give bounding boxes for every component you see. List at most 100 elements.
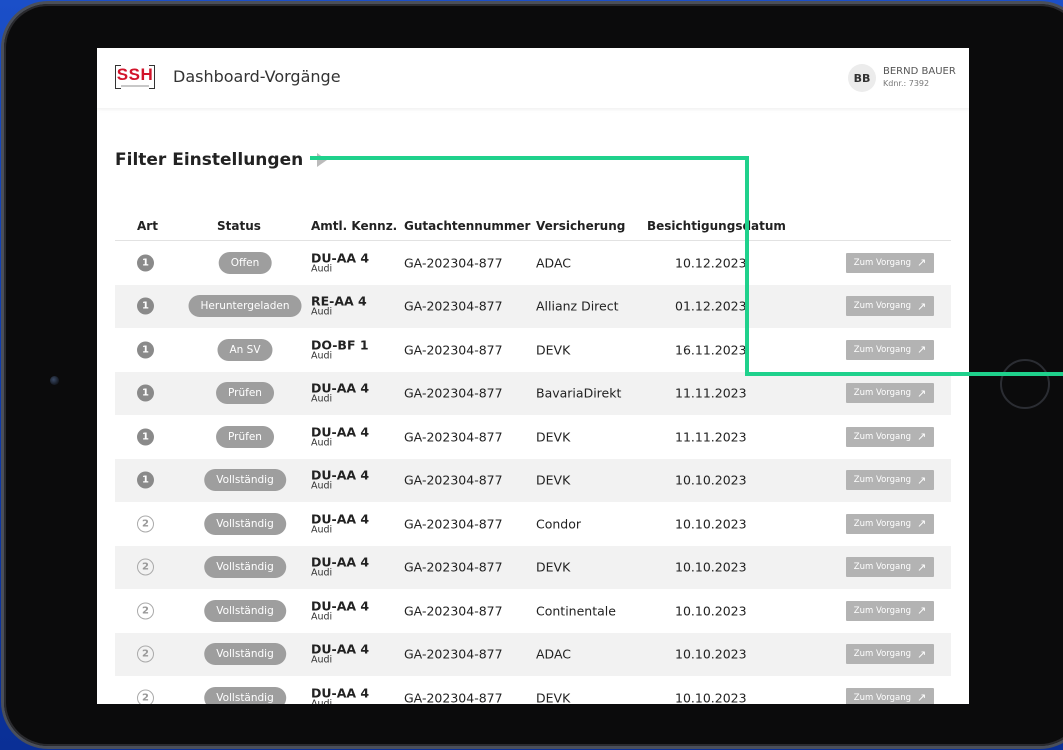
external-link-icon: ↗ [917, 647, 927, 661]
besichtigungsdatum-cell: 11.11.2023 [675, 429, 747, 445]
vehicle-make: Audi [311, 654, 333, 666]
table-row[interactable]: 2 Vollständig DU-AA 4 Audi GA-202304-877 Cont… [115, 589, 951, 633]
zum-vorgang-button[interactable]: Zum Vorgang ↗ [846, 687, 934, 704]
gutachtennummer-cell: GA-202304-877 [404, 603, 503, 619]
status-badge: Prüfen [216, 425, 274, 448]
gutachtennummer-cell: GA-202304-877 [404, 559, 503, 575]
home-button[interactable] [1000, 359, 1050, 409]
vehicle-make: Audi [311, 393, 333, 405]
besichtigungsdatum-cell: 10.10.2023 [675, 516, 747, 532]
top-bar: SSH Dashboard-Vorgänge BB BERND BAUER Kd… [97, 48, 969, 108]
zum-vorgang-label: Zum Vorgang [853, 562, 912, 573]
vehicle-make: Audi [311, 437, 333, 449]
zum-vorgang-button[interactable]: Zum Vorgang ↗ [846, 644, 934, 665]
cases-table: Art Status Amtl. Kennz. Gutachtennummer … [115, 214, 951, 704]
ssh-logo[interactable]: SSH [115, 64, 155, 92]
status-badge: Vollständig [204, 512, 286, 535]
zum-vorgang-label: Zum Vorgang [853, 431, 912, 442]
vehicle-make: Audi [311, 567, 333, 579]
vehicle-cell: DU-AA 4 Audi [311, 382, 369, 405]
gutachtennummer-cell: GA-202304-877 [404, 385, 503, 401]
vehicle-make: Audi [311, 263, 333, 275]
art-badge: 2 [137, 515, 154, 533]
table-row[interactable]: 1 Prüfen DU-AA 4 Audi GA-202304-877 BavariaDi… [115, 371, 951, 415]
logo-tagline-mark [121, 85, 149, 87]
table-row[interactable]: 2 Vollständig DU-AA 4 Audi GA-202304-877 ADAC… [115, 632, 951, 676]
status-badge: An SV [217, 338, 273, 361]
versicherung-cell: Condor [536, 516, 582, 532]
table-row[interactable]: 1 Prüfen DU-AA 4 Audi GA-202304-877 DEVK 11.11… [115, 415, 951, 459]
table-row[interactable]: 1 Heruntergeladen RE-AA 4 Audi GA-202304-877… [115, 284, 951, 328]
status-badge: Heruntergeladen [188, 295, 302, 318]
besichtigungsdatum-cell: 16.11.2023 [675, 342, 747, 358]
status-badge: Vollständig [204, 556, 286, 579]
zum-vorgang-button[interactable]: Zum Vorgang ↗ [846, 296, 934, 317]
header-art: Art [137, 219, 158, 233]
external-link-icon: ↗ [917, 691, 927, 704]
art-badge: 1 [137, 471, 154, 489]
table-row[interactable]: 1 An SV DO-BF 1 Audi GA-202304-877 DEVK 16.11.… [115, 328, 951, 372]
zum-vorgang-label: Zum Vorgang [853, 257, 912, 268]
art-badge: 2 [137, 558, 154, 576]
avatar[interactable]: BB [848, 64, 876, 92]
art-badge: 2 [137, 689, 154, 704]
besichtigungsdatum-cell: 10.10.2023 [675, 690, 747, 704]
user-name[interactable]: BERND BAUER [883, 66, 956, 77]
gutachtennummer-cell: GA-202304-877 [404, 298, 503, 314]
versicherung-cell: ADAC [536, 255, 572, 271]
filter-settings-toggle[interactable]: Filter Einstellungen [115, 150, 328, 170]
gutachtennummer-cell: GA-202304-877 [404, 255, 503, 271]
versicherung-cell: DEVK [536, 429, 571, 445]
external-link-icon: ↗ [917, 604, 927, 618]
zum-vorgang-button[interactable]: Zum Vorgang ↗ [846, 600, 934, 621]
zum-vorgang-button[interactable]: Zum Vorgang ↗ [846, 339, 934, 360]
logo-bracket-right [149, 65, 155, 89]
status-badge: Vollständig [204, 469, 286, 492]
besichtigungsdatum-cell: 10.12.2023 [675, 255, 747, 271]
zum-vorgang-label: Zum Vorgang [853, 344, 912, 355]
zum-vorgang-label: Zum Vorgang [853, 301, 912, 312]
zum-vorgang-label: Zum Vorgang [853, 475, 912, 486]
besichtigungsdatum-cell: 01.12.2023 [675, 298, 747, 314]
art-badge: 1 [137, 341, 154, 359]
versicherung-cell: Allianz Direct [536, 298, 619, 314]
zum-vorgang-label: Zum Vorgang [853, 692, 912, 703]
vehicle-cell: RE-AA 4 Audi [311, 295, 367, 318]
vehicle-cell: DU-AA 4 Audi [311, 599, 369, 622]
zum-vorgang-label: Zum Vorgang [853, 388, 912, 399]
zum-vorgang-button[interactable]: Zum Vorgang ↗ [846, 470, 934, 491]
zum-vorgang-label: Zum Vorgang [853, 605, 912, 616]
art-badge: 2 [137, 602, 154, 620]
versicherung-cell: ADAC [536, 646, 572, 662]
table-row[interactable]: 1 Offen DU-AA 4 Audi GA-202304-877 ADAC 10.12.… [115, 241, 951, 285]
zum-vorgang-button[interactable]: Zum Vorgang ↗ [846, 426, 934, 447]
besichtigungsdatum-cell: 10.10.2023 [675, 472, 747, 488]
besichtigungsdatum-cell: 10.10.2023 [675, 559, 747, 575]
art-badge: 1 [137, 297, 154, 315]
versicherung-cell: Continentale [536, 603, 616, 619]
table-row[interactable]: 1 Vollständig DU-AA 4 Audi GA-202304-877 DEVK… [115, 458, 951, 502]
zum-vorgang-button[interactable]: Zum Vorgang ↗ [846, 513, 934, 534]
table-header: Art Status Amtl. Kennz. Gutachtennummer … [115, 214, 951, 241]
vehicle-cell: DU-AA 4 Audi [311, 512, 369, 535]
user-customer-number: Kdnr.: 7392 [883, 79, 930, 88]
zum-vorgang-button[interactable]: Zum Vorgang ↗ [846, 557, 934, 578]
gutachtennummer-cell: GA-202304-877 [404, 646, 503, 662]
gutachtennummer-cell: GA-202304-877 [404, 429, 503, 445]
zum-vorgang-button[interactable]: Zum Vorgang ↗ [846, 383, 934, 404]
vehicle-cell: DU-AA 4 Audi [311, 251, 369, 274]
table-row[interactable]: 2 Vollständig DU-AA 4 Audi GA-202304-877 DEVK… [115, 545, 951, 589]
zum-vorgang-button[interactable]: Zum Vorgang ↗ [846, 252, 934, 273]
besichtigungsdatum-cell: 10.10.2023 [675, 646, 747, 662]
gutachtennummer-cell: GA-202304-877 [404, 342, 503, 358]
table-row[interactable]: 2 Vollständig DU-AA 4 Audi GA-202304-877 Cond… [115, 502, 951, 546]
status-badge: Offen [218, 251, 272, 274]
versicherung-cell: BavariaDirekt [536, 385, 622, 401]
vehicle-cell: DU-AA 4 Audi [311, 469, 369, 492]
external-link-icon: ↗ [917, 430, 927, 444]
gutachtennummer-cell: GA-202304-877 [404, 472, 503, 488]
external-link-icon: ↗ [917, 386, 927, 400]
chevron-right-icon [317, 153, 328, 167]
gutachtennummer-cell: GA-202304-877 [404, 516, 503, 532]
table-row[interactable]: 2 Vollständig DU-AA 4 Audi GA-202304-877 DEVK… [115, 676, 951, 704]
